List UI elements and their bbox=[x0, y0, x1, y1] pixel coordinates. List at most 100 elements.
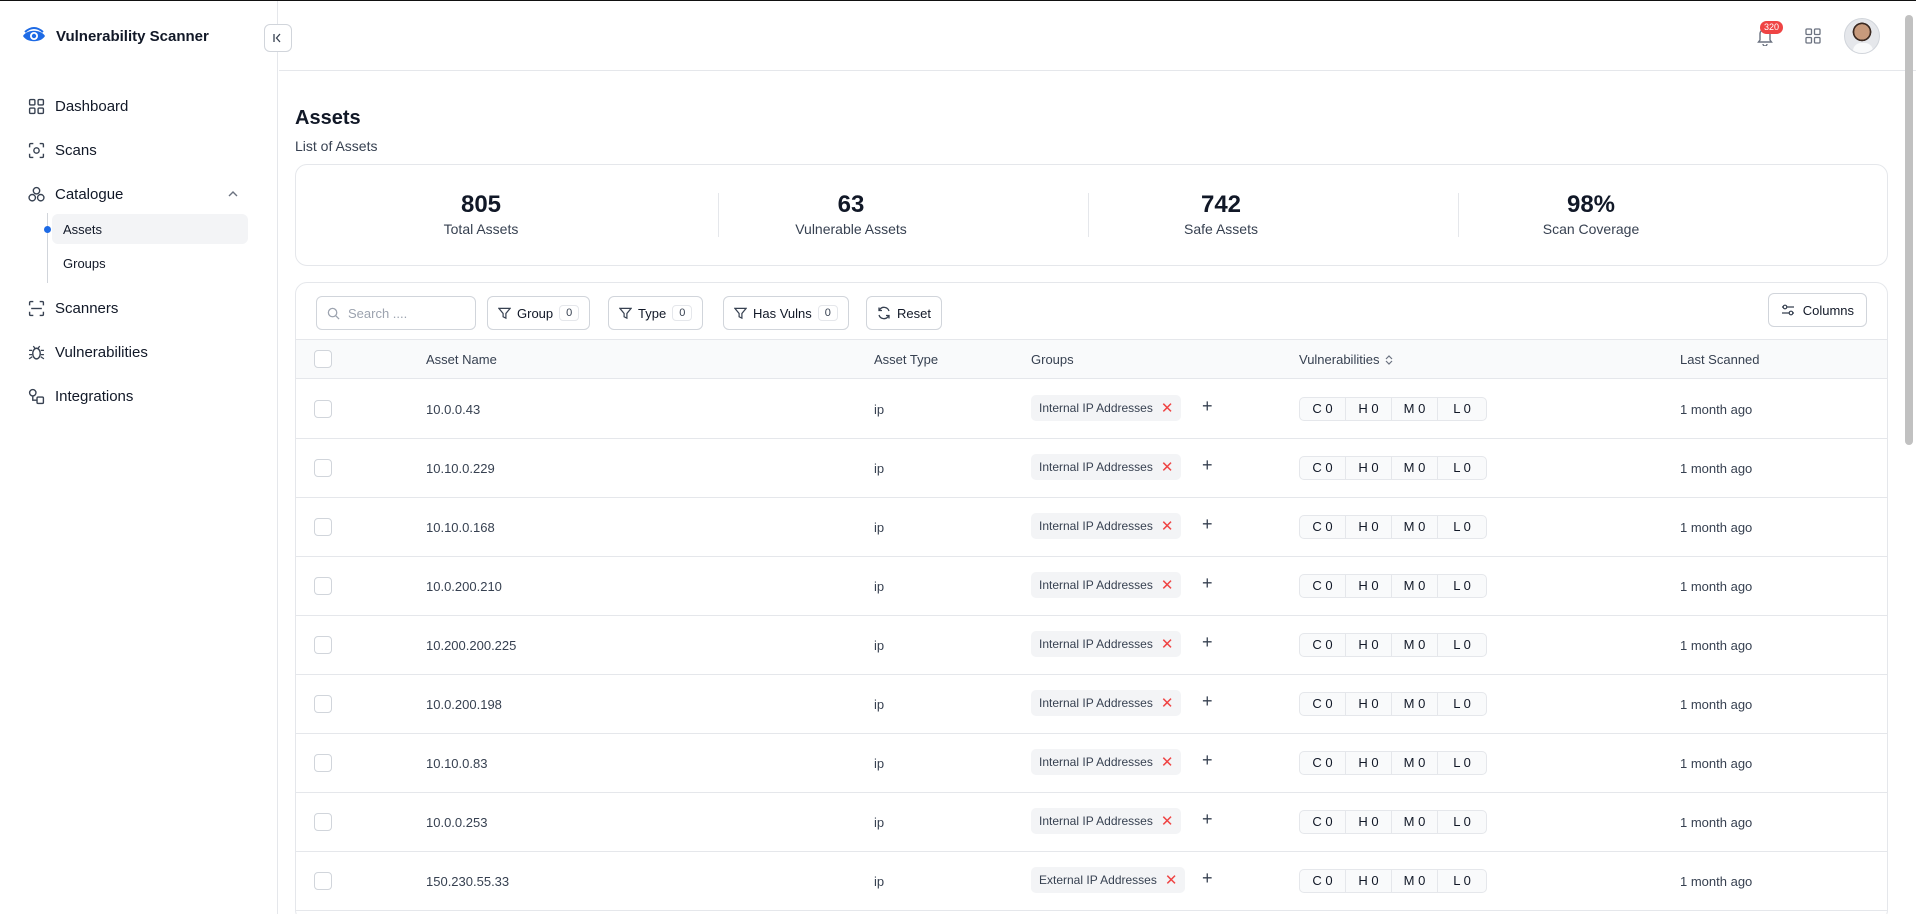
remove-group-icon[interactable]: ✕ bbox=[1161, 519, 1174, 534]
add-group-icon[interactable]: + bbox=[1202, 396, 1213, 417]
table-row[interactable]: 10.10.0.229 ip Internal IP Addresses ✕ + C 0H… bbox=[296, 439, 1887, 498]
sidebar-item-dashboard[interactable]: Dashboard bbox=[28, 98, 128, 115]
add-group-icon[interactable]: + bbox=[1202, 455, 1213, 476]
add-group-icon[interactable]: + bbox=[1202, 750, 1213, 771]
row-checkbox[interactable] bbox=[314, 400, 332, 418]
row-checkbox[interactable] bbox=[314, 518, 332, 536]
columns-button[interactable]: Columns bbox=[1767, 293, 1867, 327]
remove-group-icon[interactable]: ✕ bbox=[1161, 460, 1174, 475]
medium-count: M 0 bbox=[1392, 752, 1438, 774]
medium-count: M 0 bbox=[1392, 575, 1438, 597]
remove-group-icon[interactable]: ✕ bbox=[1165, 873, 1178, 888]
critical-count: C 0 bbox=[1300, 693, 1346, 715]
sidebar-item-scanners[interactable]: Scanners bbox=[28, 300, 118, 317]
table-row[interactable]: 10.0.0.253 ip Internal IP Addresses ✕ + C 0H … bbox=[296, 793, 1887, 852]
group-tag-label: Internal IP Addresses bbox=[1039, 755, 1153, 769]
select-all-checkbox[interactable] bbox=[314, 350, 332, 368]
table-row[interactable]: 10.0.200.198 ip Internal IP Addresses ✕ + C 0… bbox=[296, 675, 1887, 734]
brand[interactable]: Vulnerability Scanner bbox=[22, 25, 209, 47]
asset-name[interactable]: 10.0.0.253 bbox=[426, 815, 487, 830]
asset-name[interactable]: 10.10.0.168 bbox=[426, 520, 495, 535]
asset-name[interactable]: 10.200.200.225 bbox=[426, 638, 516, 653]
asset-name[interactable]: 10.0.0.43 bbox=[426, 402, 480, 417]
col-asset-name[interactable]: Asset Name bbox=[426, 352, 497, 367]
row-checkbox[interactable] bbox=[314, 459, 332, 477]
reset-button[interactable]: Reset bbox=[866, 296, 942, 330]
asset-name[interactable]: 10.0.200.210 bbox=[426, 579, 502, 594]
sidebar-item-catalogue[interactable]: Catalogue bbox=[28, 186, 123, 203]
table-row[interactable]: 10.200.200.225 ip Internal IP Addresses ✕ + C… bbox=[296, 616, 1887, 675]
sidebar-subitem-assets[interactable]: Assets bbox=[52, 214, 248, 244]
search-input[interactable]: Search .... bbox=[316, 296, 476, 330]
remove-group-icon[interactable]: ✕ bbox=[1161, 814, 1174, 829]
group-tag-label: Internal IP Addresses bbox=[1039, 696, 1153, 710]
col-vulnerabilities[interactable]: Vulnerabilities bbox=[1299, 352, 1393, 367]
vuln-counts: C 0H 0M 0 L 0 bbox=[1299, 397, 1487, 421]
remove-group-icon[interactable]: ✕ bbox=[1161, 755, 1174, 770]
table-row[interactable]: 10.0.200.210 ip Internal IP Addresses ✕ + C 0… bbox=[296, 557, 1887, 616]
apps-grid-icon[interactable] bbox=[1805, 28, 1821, 49]
group-tag: Internal IP Addresses ✕ bbox=[1031, 631, 1182, 657]
asset-name[interactable]: 10.10.0.229 bbox=[426, 461, 495, 476]
page-title: Assets bbox=[295, 107, 361, 129]
col-asset-type[interactable]: Asset Type bbox=[874, 352, 938, 367]
filter-type-button[interactable]: Type 0 bbox=[608, 296, 704, 330]
sidebar-subitem-groups[interactable]: Groups bbox=[52, 248, 248, 278]
col-last-scanned[interactable]: Last Scanned bbox=[1680, 352, 1760, 367]
group-tag-label: External IP Addresses bbox=[1039, 873, 1157, 887]
sidebar-subitem-label: Groups bbox=[63, 255, 106, 271]
high-count: H 0 bbox=[1346, 516, 1392, 538]
group-tag: Internal IP Addresses ✕ bbox=[1031, 749, 1182, 775]
group-tag: Internal IP Addresses ✕ bbox=[1031, 808, 1182, 834]
asset-type: ip bbox=[874, 874, 885, 889]
medium-count: M 0 bbox=[1392, 693, 1438, 715]
asset-name[interactable]: 10.10.0.83 bbox=[426, 756, 487, 771]
scrollbar[interactable] bbox=[1905, 15, 1913, 445]
filter-count: 0 bbox=[817, 305, 838, 321]
row-checkbox[interactable] bbox=[314, 872, 332, 890]
low-count: L 0 bbox=[1453, 460, 1471, 475]
sidebar-item-label: Scanners bbox=[55, 300, 119, 317]
table-row[interactable]: 10.10.0.83 ip Internal IP Addresses ✕ + C 0H … bbox=[296, 734, 1887, 793]
last-scanned: 1 month ago bbox=[1680, 638, 1753, 653]
row-checkbox[interactable] bbox=[314, 813, 332, 831]
add-group-icon[interactable]: + bbox=[1202, 868, 1213, 889]
filter-has-vulns-button[interactable]: Has Vulns 0 bbox=[723, 296, 849, 330]
high-count: H 0 bbox=[1346, 752, 1392, 774]
critical-count: C 0 bbox=[1300, 575, 1346, 597]
sidebar-item-vulnerabilities[interactable]: Vulnerabilities bbox=[28, 344, 148, 361]
filter-icon bbox=[619, 307, 632, 319]
chevron-up-icon[interactable] bbox=[228, 189, 238, 201]
sidebar-item-scans[interactable]: Scans bbox=[28, 142, 97, 159]
stat-label: Scan Coverage bbox=[1542, 221, 1640, 237]
remove-group-icon[interactable]: ✕ bbox=[1161, 578, 1174, 593]
remove-group-icon[interactable]: ✕ bbox=[1161, 696, 1174, 711]
col-groups[interactable]: Groups bbox=[1031, 352, 1074, 367]
add-group-icon[interactable]: + bbox=[1202, 691, 1213, 712]
filter-icon bbox=[734, 307, 747, 319]
grid-icon bbox=[28, 98, 45, 115]
filter-group-button[interactable]: Group 0 bbox=[487, 296, 591, 330]
remove-group-icon[interactable]: ✕ bbox=[1161, 637, 1174, 652]
low-count: L 0 bbox=[1453, 696, 1471, 711]
sidebar-item-integrations[interactable]: Integrations bbox=[28, 388, 133, 405]
active-dot-icon bbox=[44, 226, 51, 233]
row-checkbox[interactable] bbox=[314, 754, 332, 772]
add-group-icon[interactable]: + bbox=[1202, 632, 1213, 653]
row-checkbox[interactable] bbox=[314, 695, 332, 713]
avatar[interactable] bbox=[1844, 18, 1880, 54]
sidebar-item-label: Dashboard bbox=[55, 98, 129, 115]
table-row[interactable]: 150.230.55.33 ip External IP Addresses ✕ + C … bbox=[296, 852, 1887, 911]
last-scanned: 1 month ago bbox=[1680, 874, 1753, 889]
row-checkbox[interactable] bbox=[314, 636, 332, 654]
add-group-icon[interactable]: + bbox=[1202, 573, 1213, 594]
vuln-counts: C 0H 0M 0 L 0 bbox=[1299, 633, 1487, 657]
add-group-icon[interactable]: + bbox=[1202, 514, 1213, 535]
remove-group-icon[interactable]: ✕ bbox=[1161, 401, 1174, 416]
add-group-icon[interactable]: + bbox=[1202, 809, 1213, 830]
table-row[interactable]: 10.0.0.43 ip Internal IP Addresses ✕ + C 0H 0… bbox=[296, 380, 1887, 439]
asset-name[interactable]: 10.0.200.198 bbox=[426, 697, 502, 712]
table-row[interactable]: 10.10.0.168 ip Internal IP Addresses ✕ + C 0H… bbox=[296, 498, 1887, 557]
asset-name[interactable]: 150.230.55.33 bbox=[426, 874, 509, 889]
row-checkbox[interactable] bbox=[314, 577, 332, 595]
